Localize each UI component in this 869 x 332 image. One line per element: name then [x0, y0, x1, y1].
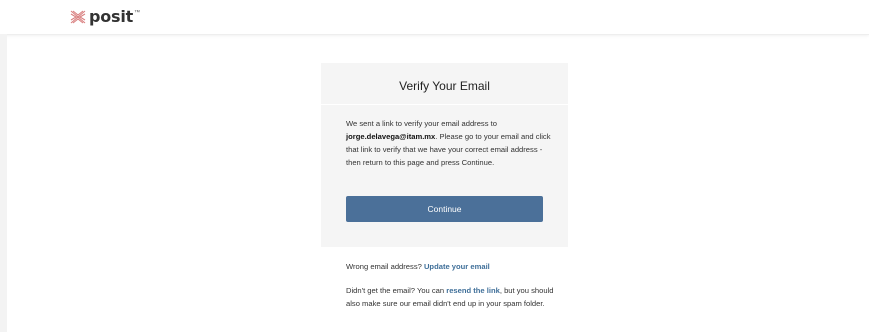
resend-text-before: Didn't get the email? You can	[346, 286, 447, 295]
verify-email-card: Verify Your Email We sent a link to veri…	[321, 63, 568, 247]
top-header: posit ™	[0, 0, 869, 35]
update-email-link[interactable]: Update your email	[424, 262, 490, 271]
card-message: We sent a link to verify your email addr…	[346, 117, 551, 169]
card-divider	[321, 104, 568, 105]
wrong-email-text: Wrong email address?	[346, 262, 424, 271]
card-title: Verify Your Email	[399, 79, 490, 93]
continue-button[interactable]: Continue	[346, 196, 543, 222]
resend-link[interactable]: resend the link	[446, 286, 500, 295]
logo-text: posit	[89, 7, 134, 26]
logo-trademark: ™	[134, 10, 141, 16]
posit-logo[interactable]: posit ™	[70, 7, 140, 27]
posit-logo-icon	[70, 10, 86, 24]
wrong-email-line: Wrong email address? Update your email	[346, 260, 561, 273]
user-email: jorge.delavega@itam.mx	[346, 132, 436, 141]
resend-line: Didn't get the email? You can resend the…	[346, 284, 561, 310]
left-edge-strip	[0, 34, 7, 332]
message-prefix: We sent a link to verify your email addr…	[346, 119, 497, 128]
